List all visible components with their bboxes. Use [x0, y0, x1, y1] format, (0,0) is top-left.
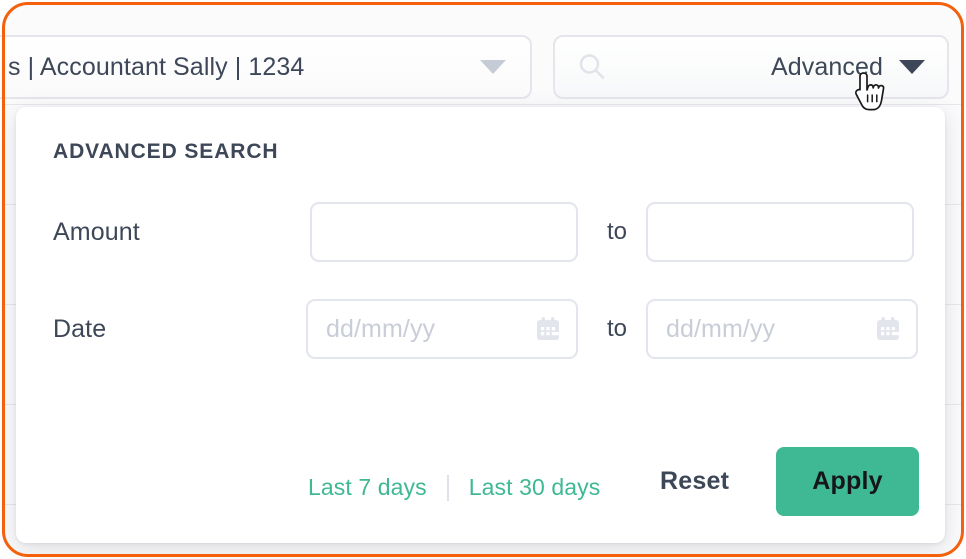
search-box[interactable]: Advanced [553, 35, 949, 99]
apply-button[interactable]: Apply [776, 447, 919, 516]
advanced-search-panel: ADVANCED SEARCH Amount to Date dd/mm/yy [16, 107, 945, 543]
reset-button[interactable]: Reset [650, 461, 739, 502]
amount-to-separator: to [607, 218, 628, 245]
panel-actions: Reset Apply [16, 447, 945, 521]
amount-from-input[interactable] [310, 202, 578, 262]
date-from-placeholder: dd/mm/yy [326, 314, 436, 343]
chevron-down-icon[interactable] [899, 60, 925, 74]
screenshot-root: s | Accountant Sally | 1234 Advanced ADV… [0, 0, 966, 559]
amount-filter-row: Amount to [16, 202, 945, 262]
date-from-input[interactable]: dd/mm/yy [306, 299, 578, 359]
advanced-toggle-label: Advanced [771, 52, 883, 81]
date-to-separator: to [607, 315, 628, 342]
date-filter-row: Date dd/mm/yy to dd/mm/yy [16, 299, 945, 359]
account-select[interactable]: s | Accountant Sally | 1234 [0, 35, 532, 99]
chevron-down-icon [480, 60, 506, 74]
calendar-icon[interactable] [534, 315, 562, 343]
search-icon [577, 52, 607, 82]
toolbar: s | Accountant Sally | 1234 Advanced [0, 20, 966, 100]
date-to-placeholder: dd/mm/yy [666, 314, 776, 343]
panel-title: ADVANCED SEARCH [53, 140, 279, 163]
background-row-divider [4, 104, 962, 105]
date-label: Date [53, 314, 107, 343]
amount-label: Amount [53, 217, 140, 246]
account-select-value: s | Accountant Sally | 1234 [8, 52, 305, 81]
calendar-icon[interactable] [874, 315, 902, 343]
date-to-input[interactable]: dd/mm/yy [646, 299, 918, 359]
amount-to-input[interactable] [646, 202, 914, 262]
